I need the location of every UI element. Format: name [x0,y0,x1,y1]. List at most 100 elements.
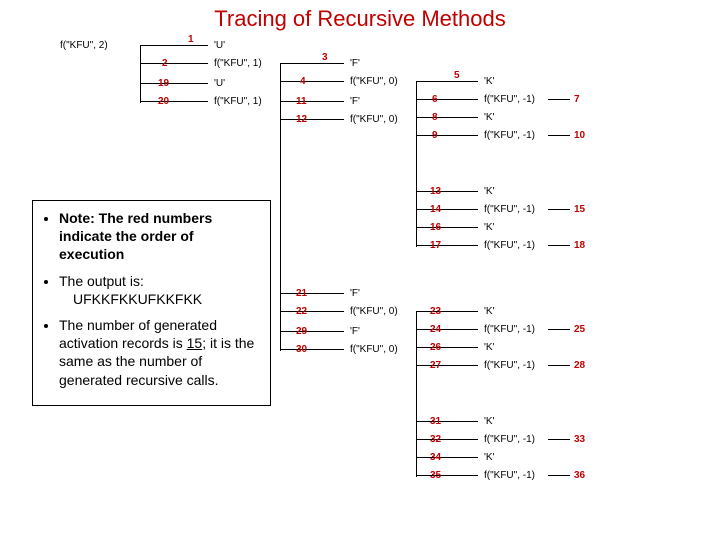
connector-line [140,63,208,64]
trace-node: f("KFU", -1) [484,94,535,105]
connector-line [280,81,344,82]
connector-line [416,365,478,366]
trace-node: 'K' [484,222,495,233]
step-number: 20 [158,96,169,107]
trace-node: f("KFU", 0) [350,114,398,125]
connector-line [280,331,344,332]
trace-node: 'F' [350,96,360,107]
step-number: 14 [430,204,441,215]
trace-node: 'K' [484,416,495,427]
connector-line [548,475,570,476]
connector-line [416,311,478,312]
step-number: 2 [162,58,168,69]
connector-line [140,83,208,84]
trace-node: 'K' [484,306,495,317]
connector-line [548,365,570,366]
step-number: 33 [574,434,585,445]
step-number: 34 [430,452,441,463]
connector-line [548,99,570,100]
trace-node: f("KFU", -1) [484,204,535,215]
step-number: 15 [574,204,585,215]
connector-line [416,347,478,348]
step-number: 32 [430,434,441,445]
connector-line [280,293,344,294]
trace-node: 'U' [214,40,225,51]
step-number: 9 [432,130,438,141]
step-number: 22 [296,306,307,317]
records-line: The number of generated activation recor… [59,316,262,389]
trace-node: f("KFU", -1) [484,240,535,251]
trace-node: 'F' [350,58,360,69]
step-number: 27 [430,360,441,371]
connector-line [416,99,478,100]
trace-node: f("KFU", 0) [350,306,398,317]
connector-line [416,475,478,476]
step-number: 29 [296,326,307,337]
step-number: 28 [574,360,585,371]
step-number: 3 [322,52,328,63]
connector-line [548,245,570,246]
trace-node: 'K' [484,452,495,463]
connector-line [280,349,344,350]
trace-node: f("KFU", 2) [60,40,108,51]
output-line: The output is: UFKKFKKUFKKFKK [59,272,262,308]
connector-line [548,135,570,136]
step-number: 23 [430,306,441,317]
note-line: Note: The red numbers indicate the order… [59,209,262,264]
step-number: 17 [430,240,441,251]
trace-node: 'K' [484,342,495,353]
step-number: 31 [430,416,441,427]
connector-line [416,245,478,246]
step-number: 12 [296,114,307,125]
step-number: 16 [430,222,441,233]
connector-line [140,45,208,46]
trace-node: 'F' [350,326,360,337]
connector-line [280,311,344,312]
connector-line [416,439,478,440]
connector-line [140,101,208,102]
connector-line [416,191,478,192]
connector-line [280,101,344,102]
trace-node: f("KFU", -1) [484,470,535,481]
connector-line [548,329,570,330]
notes-box: Note: The red numbers indicate the order… [32,200,271,406]
step-number: 24 [430,324,441,335]
step-number: 19 [158,78,169,89]
connector-line [416,227,478,228]
trace-node: f("KFU", -1) [484,360,535,371]
step-number: 13 [430,186,441,197]
trace-node: f("KFU", 0) [350,76,398,87]
trace-node: f("KFU", -1) [484,434,535,445]
step-number: 30 [296,344,307,355]
trace-node: f("KFU", 1) [214,58,262,69]
connector-line [280,63,344,64]
step-number: 36 [574,470,585,481]
trace-node: 'K' [484,76,495,87]
trace-node: 'K' [484,112,495,123]
step-number: 11 [296,96,307,107]
step-number: 10 [574,130,585,141]
trace-node: f("KFU", 1) [214,96,262,107]
step-number: 8 [432,112,438,123]
connector-line [548,209,570,210]
connector-line [416,209,478,210]
trace-node: f("KFU", -1) [484,324,535,335]
step-number: 5 [454,70,460,81]
connector-line [416,421,478,422]
connector-line [416,81,478,82]
connector-line [416,117,478,118]
step-number: 1 [188,34,194,45]
connector-line [416,457,478,458]
step-number: 35 [430,470,441,481]
step-number: 18 [574,240,585,251]
connector-line [280,101,281,351]
trace-node: f("KFU", -1) [484,130,535,141]
connector-line [548,439,570,440]
connector-line [140,45,141,103]
step-number: 4 [300,76,306,87]
connector-line [280,119,344,120]
connector-line [416,135,478,136]
step-number: 26 [430,342,441,353]
step-number: 7 [574,94,580,105]
trace-node: 'K' [484,186,495,197]
